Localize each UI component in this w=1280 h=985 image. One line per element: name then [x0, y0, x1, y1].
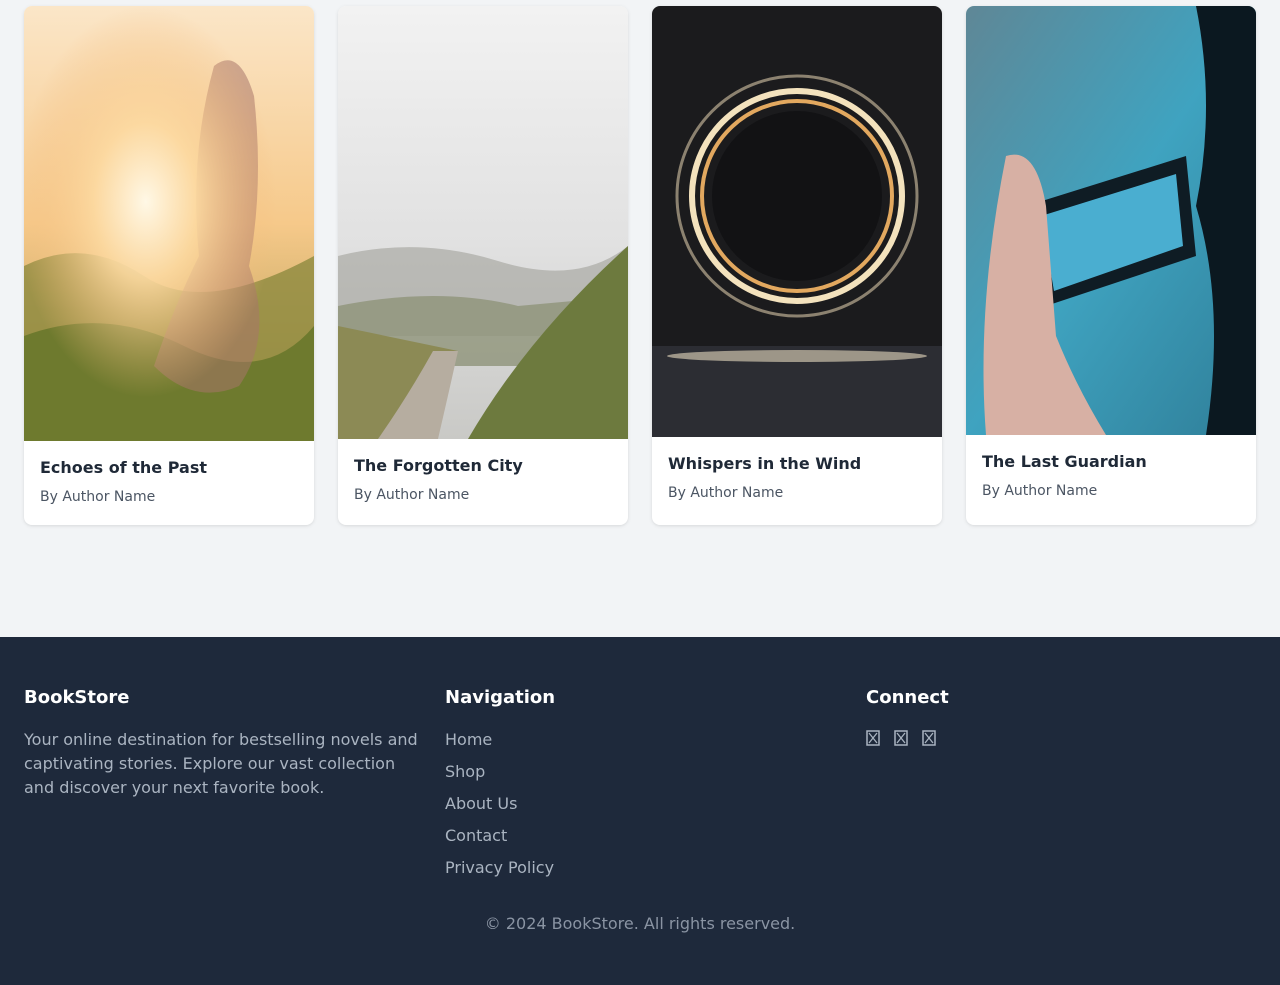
- footer-navigation-heading: Navigation: [445, 687, 556, 708]
- book-author: By Author Name: [40, 489, 156, 505]
- book-title[interactable]: Echoes of the Past: [40, 458, 298, 478]
- book-cover-image[interactable]: [338, 6, 628, 439]
- book-cover-image[interactable]: [24, 6, 314, 441]
- book-card[interactable]: The Last Guardian By Author Name: [966, 6, 1256, 525]
- footer-link-privacy-policy[interactable]: Privacy Policy: [445, 856, 554, 880]
- book-card[interactable]: Echoes of the Past By Author Name: [24, 6, 314, 525]
- book-grid: Echoes of the Past By Author Name The Fo…: [0, 0, 1280, 637]
- social-icon-1[interactable]: [866, 730, 880, 746]
- footer-link-shop[interactable]: Shop: [445, 760, 485, 784]
- footer-description: Your online destination for bestselling …: [24, 730, 418, 797]
- footer-connect-section: Connect: [866, 687, 1256, 746]
- book-title[interactable]: The Forgotten City: [354, 456, 612, 476]
- footer-navigation-section: Navigation Home Shop About Us Contact Pr…: [445, 687, 840, 888]
- book-cover-image[interactable]: [966, 6, 1256, 435]
- book-title[interactable]: Whispers in the Wind: [668, 454, 926, 474]
- social-links: [866, 730, 1256, 746]
- book-author: By Author Name: [982, 483, 1098, 499]
- footer-nav-list: Home Shop About Us Contact Privacy Polic…: [445, 728, 840, 888]
- footer-connect-heading: Connect: [866, 687, 949, 708]
- book-author: By Author Name: [668, 485, 784, 501]
- book-author: By Author Name: [354, 487, 470, 503]
- footer-brand-heading: BookStore: [24, 687, 130, 708]
- footer-link-about-us[interactable]: About Us: [445, 792, 517, 816]
- social-icon-2[interactable]: [894, 730, 908, 746]
- footer-brand-section: BookStore Your online destination for be…: [24, 687, 419, 800]
- book-card[interactable]: The Forgotten City By Author Name: [338, 6, 628, 525]
- social-icon-3[interactable]: [922, 730, 936, 746]
- book-card[interactable]: Whispers in the Wind By Author Name: [652, 6, 942, 525]
- footer-link-home[interactable]: Home: [445, 728, 492, 752]
- book-cover-image[interactable]: [652, 6, 942, 437]
- footer-link-contact[interactable]: Contact: [445, 824, 507, 848]
- book-title[interactable]: The Last Guardian: [982, 452, 1240, 472]
- copyright-text: © 2024 BookStore. All rights reserved.: [484, 914, 796, 933]
- site-footer: BookStore Your online destination for be…: [0, 637, 1280, 985]
